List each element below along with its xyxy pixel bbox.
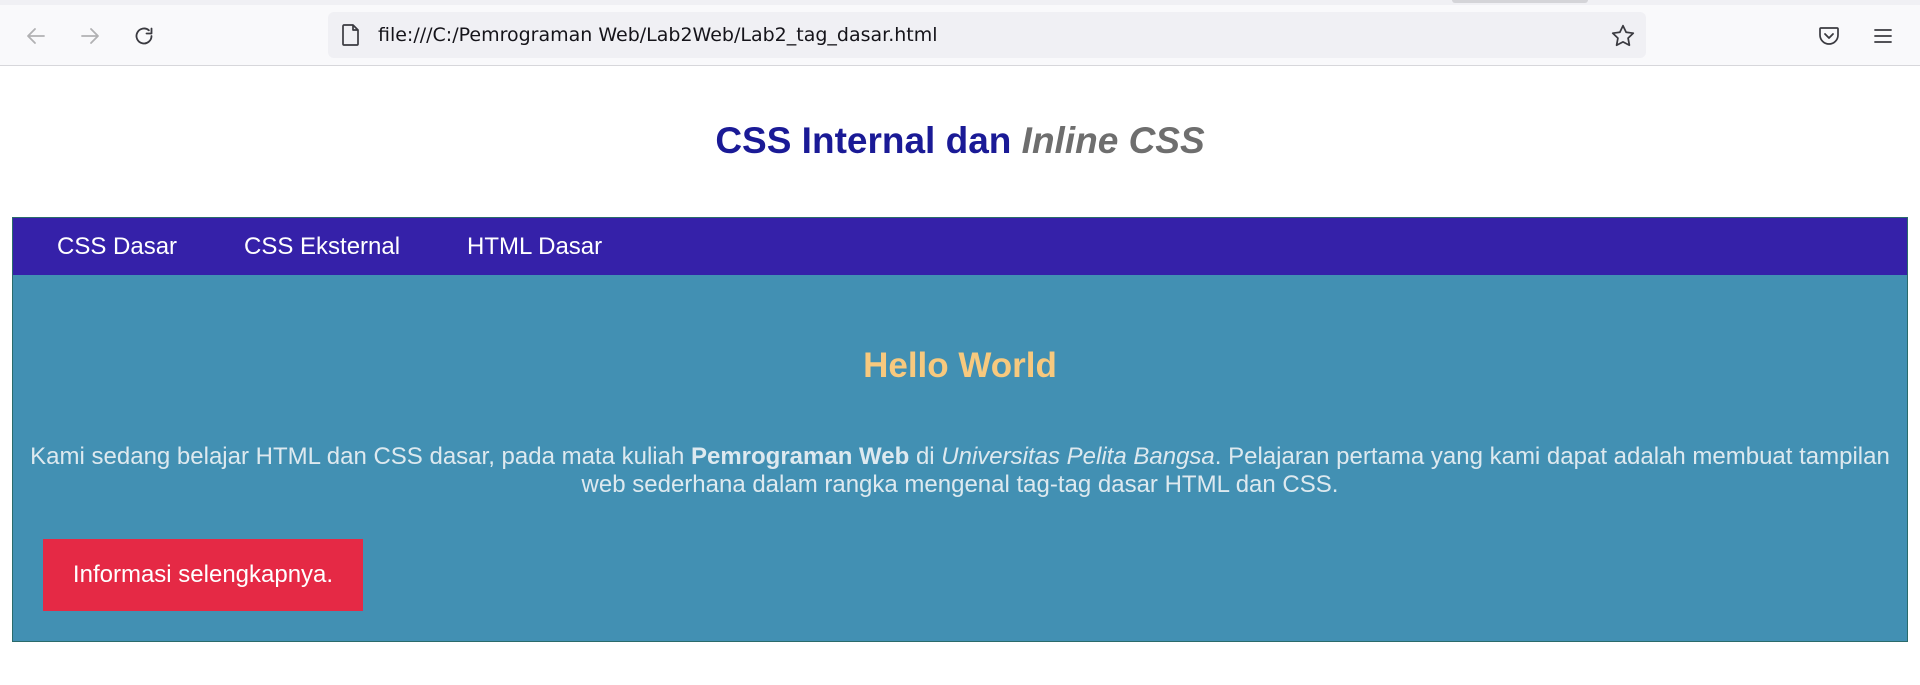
title-main: CSS Internal dan bbox=[715, 120, 1022, 161]
title-italic: Inline bbox=[1021, 120, 1119, 161]
page-icon bbox=[340, 23, 362, 52]
hero-title: Hello World bbox=[863, 346, 1057, 385]
navbar: CSS Dasar CSS Eksternal HTML Dasar bbox=[13, 218, 1907, 275]
forward-arrow-icon bbox=[78, 24, 102, 48]
star-icon bbox=[1610, 24, 1636, 53]
hero-text-italic: Universitas Pelita Bangsa bbox=[941, 443, 1215, 470]
page-title: CSS Internal dan Inline CSS bbox=[0, 117, 1920, 165]
forward-button[interactable] bbox=[73, 19, 107, 53]
back-button[interactable] bbox=[19, 19, 53, 53]
menu-button[interactable] bbox=[1866, 19, 1900, 53]
hero-paragraph: Kami sedang belajar HTML dan CSS dasar, … bbox=[25, 443, 1895, 499]
reload-button[interactable] bbox=[127, 19, 161, 53]
nav-link-css-eksternal[interactable]: CSS Eksternal bbox=[244, 234, 400, 260]
bookmark-star-button[interactable] bbox=[1610, 23, 1636, 54]
nav-link-html-dasar[interactable]: HTML Dasar bbox=[467, 234, 602, 260]
pocket-button[interactable] bbox=[1812, 19, 1846, 53]
title-end: CSS bbox=[1118, 120, 1205, 161]
hamburger-menu-icon bbox=[1871, 24, 1895, 48]
browser-toolbar: file:///C:/Pemrograman Web/Lab2Web/Lab2_… bbox=[0, 0, 1920, 66]
tab-indicator bbox=[1452, 0, 1588, 3]
nav-link-css-dasar[interactable]: CSS Dasar bbox=[57, 234, 177, 260]
hero-text-part2: di bbox=[909, 443, 942, 470]
hero-text-part1: Kami sedang belajar HTML dan CSS dasar, … bbox=[30, 443, 691, 470]
more-info-button[interactable]: Informasi selengkapnya. bbox=[43, 539, 363, 611]
back-arrow-icon bbox=[24, 24, 48, 48]
hero-text-bold: Pemrograman Web bbox=[690, 443, 910, 470]
pocket-icon bbox=[1817, 24, 1841, 48]
reload-icon bbox=[132, 24, 156, 48]
content-container: CSS Dasar CSS Eksternal HTML Dasar Hello… bbox=[12, 217, 1908, 642]
tab-strip bbox=[0, 0, 1920, 5]
url-text[interactable]: file:///C:/Pemrograman Web/Lab2Web/Lab2_… bbox=[378, 24, 938, 46]
